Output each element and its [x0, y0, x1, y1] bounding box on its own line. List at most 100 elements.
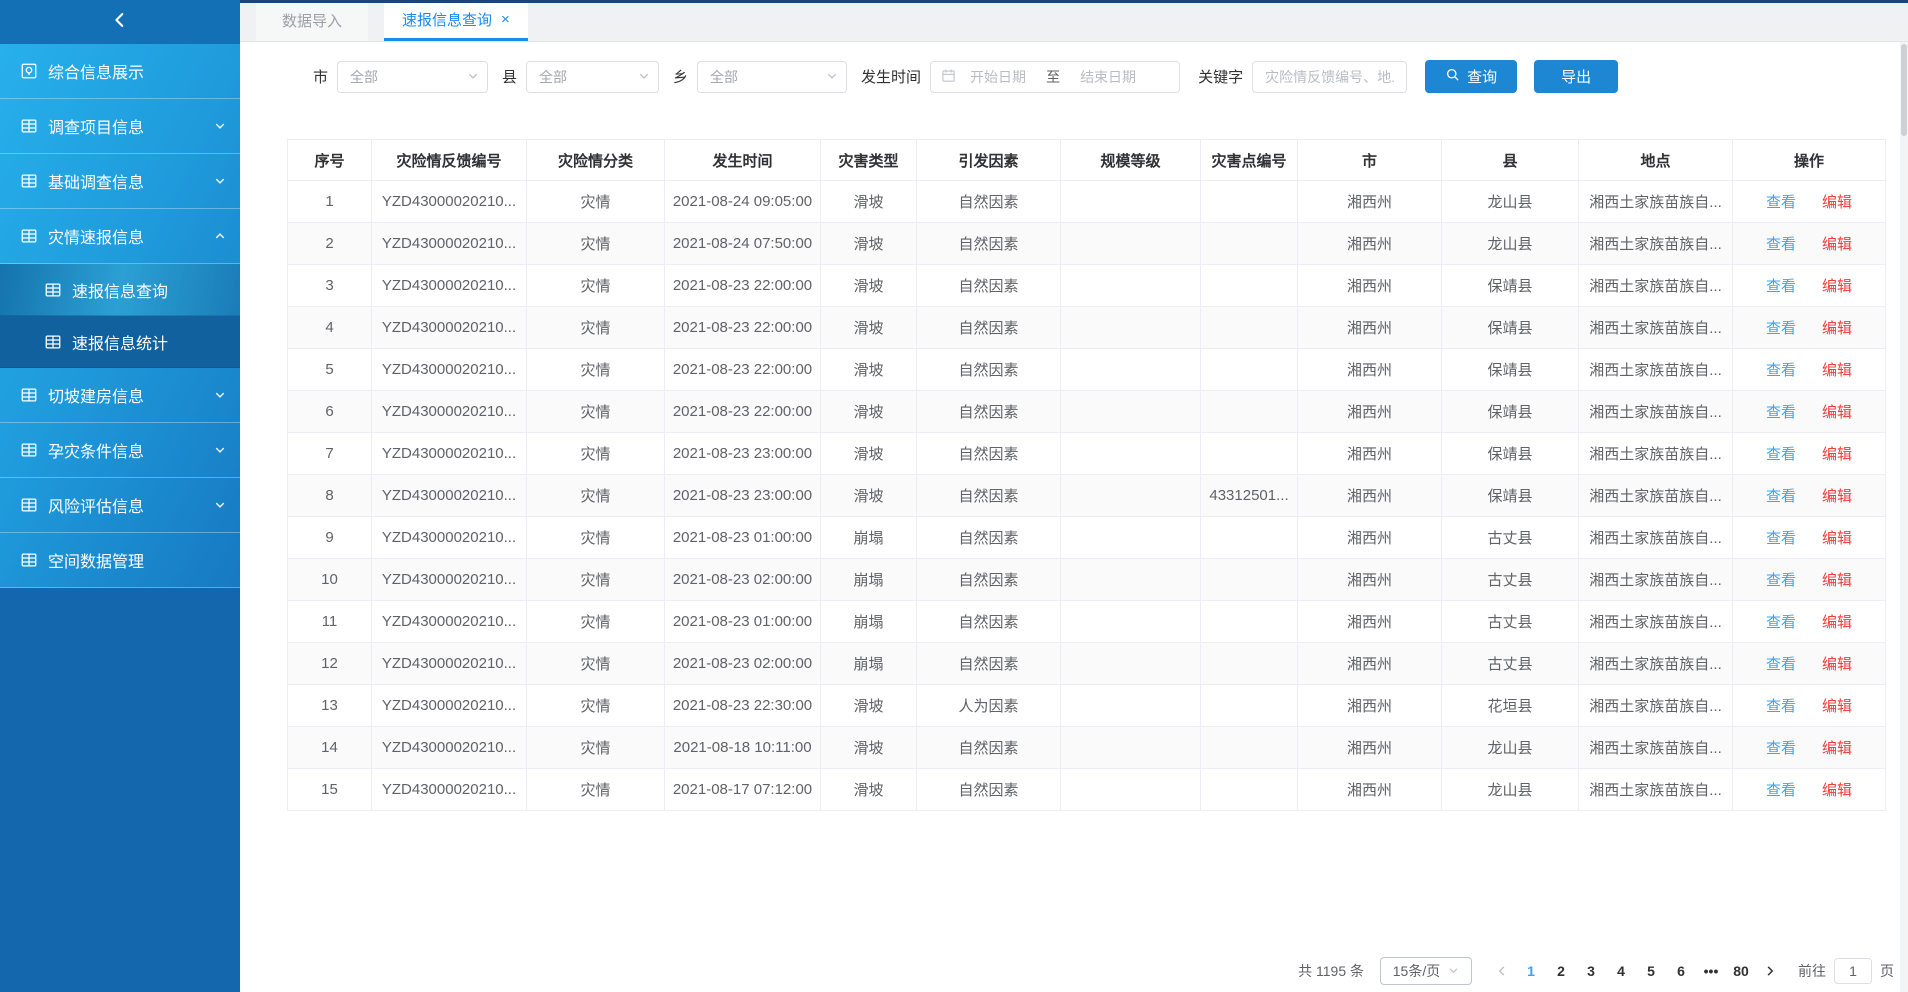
- cell-county: 保靖县: [1442, 391, 1579, 433]
- cell-scale: [1061, 601, 1201, 643]
- view-link[interactable]: 查看: [1766, 236, 1796, 253]
- view-link[interactable]: 查看: [1766, 362, 1796, 379]
- sidebar-item-overview[interactable]: 综合信息展示: [0, 44, 240, 99]
- keyword-input[interactable]: [1252, 61, 1407, 93]
- chevron-down-icon: [467, 69, 479, 85]
- edit-link[interactable]: 编辑: [1822, 194, 1852, 211]
- sidebar-collapse-button[interactable]: [0, 0, 240, 44]
- cell-type: 滑坡: [821, 475, 917, 517]
- close-icon[interactable]: ×: [501, 12, 510, 27]
- prev-page-button[interactable]: [1488, 965, 1516, 977]
- edit-link[interactable]: 编辑: [1822, 236, 1852, 253]
- edit-link[interactable]: 编辑: [1822, 362, 1852, 379]
- start-date-input[interactable]: [956, 69, 1040, 85]
- view-link[interactable]: 查看: [1766, 404, 1796, 421]
- town-select-value: 全部: [710, 67, 826, 87]
- edit-link[interactable]: 编辑: [1822, 698, 1852, 715]
- sidebar-item-spatial-data[interactable]: 空间数据管理: [0, 533, 240, 588]
- end-date-input[interactable]: [1066, 69, 1150, 85]
- pages-ellipsis[interactable]: •••: [1696, 963, 1726, 979]
- edit-link[interactable]: 编辑: [1822, 782, 1852, 799]
- cell-county: 保靖县: [1442, 475, 1579, 517]
- edit-link[interactable]: 编辑: [1822, 530, 1852, 547]
- page-size-select[interactable]: 15条/页: [1380, 957, 1472, 985]
- chevron-down-icon: [214, 389, 226, 401]
- cell-class: 灾情: [527, 643, 665, 685]
- cell-no: 15: [288, 769, 372, 811]
- sidebar-item-risk-assessment[interactable]: 风险评估信息: [0, 478, 240, 533]
- page-number[interactable]: 80: [1726, 963, 1756, 979]
- cell-city: 湘西州: [1298, 307, 1442, 349]
- county-select[interactable]: 全部: [526, 61, 659, 93]
- view-link[interactable]: 查看: [1766, 698, 1796, 715]
- edit-link[interactable]: 编辑: [1822, 278, 1852, 295]
- sidebar-item-hazard-conditions[interactable]: 孕灾条件信息: [0, 423, 240, 478]
- page-number[interactable]: 1: [1516, 963, 1546, 979]
- edit-link[interactable]: 编辑: [1822, 404, 1852, 421]
- search-button[interactable]: 查询: [1425, 60, 1517, 93]
- town-label: 乡: [673, 66, 688, 87]
- view-link[interactable]: 查看: [1766, 320, 1796, 337]
- tab-data-import[interactable]: 数据导入: [256, 0, 368, 41]
- cell-feedback-id: YZD43000020210...: [372, 349, 527, 391]
- scrollbar-thumb[interactable]: [1901, 44, 1907, 136]
- sidebar-item-survey-project[interactable]: 调查项目信息: [0, 99, 240, 154]
- export-button[interactable]: 导出: [1534, 60, 1618, 93]
- view-link[interactable]: 查看: [1766, 614, 1796, 631]
- cell-class: 灾情: [527, 559, 665, 601]
- page-number[interactable]: 5: [1636, 963, 1666, 979]
- view-link[interactable]: 查看: [1766, 194, 1796, 211]
- city-select[interactable]: 全部: [337, 61, 488, 93]
- page-number[interactable]: 2: [1546, 963, 1576, 979]
- table-row: 11YZD43000020210...灾情2021-08-23 01:00:00…: [288, 601, 1886, 643]
- pagination: 共 1195 条 15条/页 123456•••80 前往 页: [1298, 957, 1894, 985]
- cell-point-no: [1201, 181, 1298, 223]
- page-number[interactable]: 4: [1606, 963, 1636, 979]
- cell-place: 湘西土家族苗族自...: [1579, 307, 1733, 349]
- view-link[interactable]: 查看: [1766, 278, 1796, 295]
- cell-point-no: [1201, 601, 1298, 643]
- cell-time: 2021-08-23 22:00:00: [665, 391, 821, 433]
- view-link[interactable]: 查看: [1766, 782, 1796, 799]
- sidebar-item-basic-survey[interactable]: 基础调查信息: [0, 154, 240, 209]
- sidebar-item-report-stats[interactable]: 速报信息统计: [0, 316, 240, 368]
- town-select[interactable]: 全部: [697, 61, 847, 93]
- sidebar-item-label: 综合信息展示: [48, 59, 226, 83]
- goto-page-input[interactable]: [1834, 958, 1872, 984]
- table-icon: [20, 496, 38, 514]
- cell-city: 湘西州: [1298, 475, 1442, 517]
- view-link[interactable]: 查看: [1766, 446, 1796, 463]
- city-label: 市: [313, 66, 328, 87]
- cell-ops: 查看 编辑: [1733, 769, 1886, 811]
- next-page-button[interactable]: [1756, 965, 1784, 977]
- page-number[interactable]: 3: [1576, 963, 1606, 979]
- sidebar-item-report-query[interactable]: 速报信息查询: [0, 264, 240, 316]
- cell-time: 2021-08-23 22:00:00: [665, 349, 821, 391]
- tab-report-query[interactable]: 速报信息查询 ×: [384, 0, 528, 41]
- page-number[interactable]: 6: [1666, 963, 1696, 979]
- cell-city: 湘西州: [1298, 517, 1442, 559]
- edit-link[interactable]: 编辑: [1822, 446, 1852, 463]
- date-range-picker[interactable]: 至: [930, 61, 1180, 93]
- cell-class: 灾情: [527, 601, 665, 643]
- sidebar-item-disaster-report[interactable]: 灾情速报信息: [0, 209, 240, 264]
- edit-link[interactable]: 编辑: [1822, 740, 1852, 757]
- cell-no: 12: [288, 643, 372, 685]
- edit-link[interactable]: 编辑: [1822, 614, 1852, 631]
- table-row: 1YZD43000020210...灾情2021-08-24 09:05:00滑…: [288, 181, 1886, 223]
- cell-city: 湘西州: [1298, 559, 1442, 601]
- view-link[interactable]: 查看: [1766, 530, 1796, 547]
- view-link[interactable]: 查看: [1766, 656, 1796, 673]
- view-link[interactable]: 查看: [1766, 572, 1796, 589]
- edit-link[interactable]: 编辑: [1822, 572, 1852, 589]
- view-link[interactable]: 查看: [1766, 488, 1796, 505]
- cell-time: 2021-08-23 01:00:00: [665, 517, 821, 559]
- cell-feedback-id: YZD43000020210...: [372, 223, 527, 265]
- sidebar-item-slope-housing[interactable]: 切坡建房信息: [0, 368, 240, 423]
- tab-label: 速报信息查询: [402, 9, 492, 30]
- edit-link[interactable]: 编辑: [1822, 320, 1852, 337]
- edit-link[interactable]: 编辑: [1822, 488, 1852, 505]
- view-link[interactable]: 查看: [1766, 740, 1796, 757]
- edit-link[interactable]: 编辑: [1822, 656, 1852, 673]
- vertical-scrollbar[interactable]: [1900, 42, 1908, 992]
